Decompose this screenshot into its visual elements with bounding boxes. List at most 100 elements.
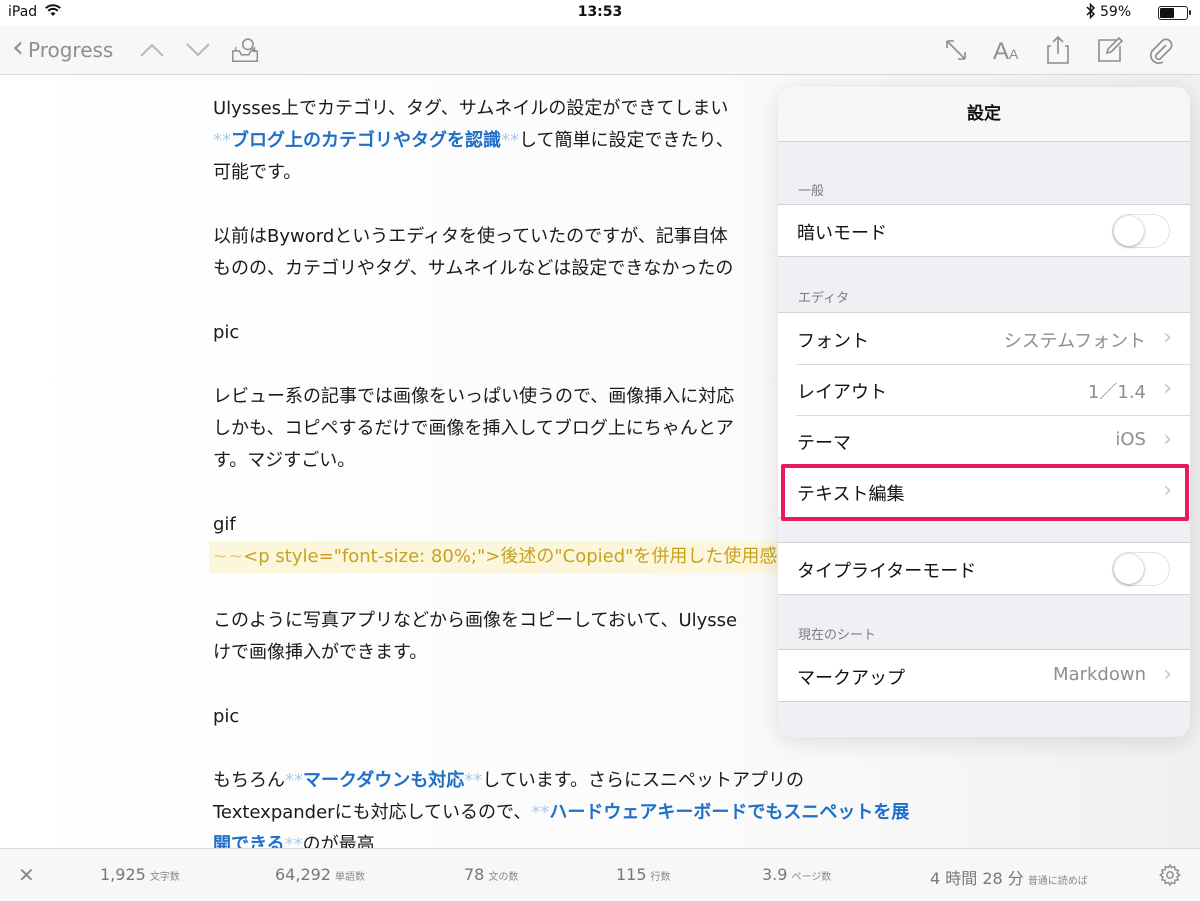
chevron-down-icon (186, 43, 210, 57)
stat-unit: 単語数 (334, 872, 365, 883)
code-text: <p style="font-size: 80%;">後述の"Copied"を併… (243, 546, 778, 567)
stat-reading-time: 4 時間 28 分普通に読めば (930, 865, 1088, 889)
chevron-right-icon: › (1163, 427, 1172, 452)
markup-marker: ** (285, 770, 303, 791)
chevron-left-icon: ‹ (12, 30, 24, 65)
stats-settings-button[interactable] (1158, 863, 1182, 887)
font-value: システムフォント (1003, 331, 1146, 352)
compose-button[interactable] (1094, 34, 1126, 66)
typewriter-toggle[interactable] (1112, 552, 1170, 586)
layout-value: 1／1.4 (1087, 382, 1146, 403)
stat-value: 64,292 (275, 865, 331, 884)
previous-sheet-button[interactable] (136, 34, 168, 66)
close-stats-button[interactable]: ✕ (18, 863, 35, 887)
back-label: Progress (28, 38, 114, 62)
markup-marker: ** (213, 130, 231, 151)
stat-unit: 文字数 (149, 872, 180, 883)
clock: 13:53 (577, 4, 623, 20)
text-span: しています。さらにスニペットアプリの (482, 770, 804, 791)
battery-level (1160, 8, 1174, 18)
toggle-knob (1114, 554, 1144, 584)
code-line: ~~<p style="font-size: 80%;">後述の"Copied"… (209, 541, 813, 573)
stat-unit: 文の数 (488, 872, 519, 883)
battery-percent: 59% (1100, 4, 1132, 20)
current-sheet-group: マークアップ Markdown › (778, 649, 1190, 702)
text-span: して簡単に設定できたり、 (519, 130, 734, 151)
theme-label: テーマ (797, 433, 851, 454)
markup-value: Markdown (1053, 664, 1146, 685)
stat-unit: 行数 (650, 872, 671, 883)
tray-search-icon (232, 38, 259, 63)
text-line: 開できる**のが最高 (213, 829, 993, 848)
theme-row[interactable]: テーマ iOS › (778, 415, 1190, 466)
stat-value: 4 時間 28 分 (930, 869, 1024, 888)
text-span: もちろん (213, 770, 285, 791)
gear-icon (1159, 863, 1181, 887)
bold-text: ブログ上のカテゴリやタグを認識 (231, 130, 501, 151)
editor-toolbar: ‹ Progress AA (0, 26, 1200, 75)
markup-label: マークアップ (797, 668, 905, 689)
section-header-current-sheet: 現在のシート (798, 628, 877, 643)
back-button[interactable]: ‹ Progress (12, 30, 114, 66)
markup-marker: ** (284, 834, 303, 848)
stat-value: 3.9 (762, 865, 788, 884)
font-size-icon: AA (993, 38, 1019, 63)
section-header-editor: エディタ (798, 291, 850, 306)
text-editing-row[interactable]: テキスト編集 › (778, 466, 1190, 517)
close-icon: ✕ (18, 863, 35, 887)
next-sheet-button[interactable] (182, 34, 214, 66)
attachment-icon (1150, 38, 1173, 64)
svg-text:A: A (1009, 46, 1019, 62)
battery-icon (1158, 6, 1191, 20)
theme-value: iOS (1115, 429, 1146, 450)
layout-row[interactable]: レイアウト 1／1.4 › (778, 364, 1190, 415)
typewriter-label: タイプライターモード (797, 561, 977, 582)
general-group: 暗いモード (778, 204, 1190, 257)
dark-mode-row: 暗いモード (778, 205, 1190, 256)
stat-lines: 115 行数 (616, 865, 671, 884)
chevron-up-icon (140, 43, 164, 57)
text-line: もちろん**マークダウンも対応**しています。さらにスニペットアプリの (213, 765, 993, 797)
stat-unit: ページ数 (791, 872, 832, 883)
stat-characters: 1,925 文字数 (100, 865, 180, 884)
stat-words: 64,292 単語数 (275, 865, 365, 884)
typewriter-row: タイプライターモード (778, 543, 1190, 594)
status-bar: iPad 13:53 59% (0, 0, 1200, 26)
svg-text:A: A (993, 38, 1009, 63)
stat-pages: 3.9 ページ数 (762, 865, 831, 884)
markup-row[interactable]: マークアップ Markdown › (778, 650, 1190, 701)
bluetooth-icon (1086, 2, 1096, 23)
text-editing-label: テキスト編集 (797, 484, 905, 505)
share-button[interactable] (1042, 34, 1074, 66)
compose-icon (1098, 36, 1124, 62)
chevron-right-icon: › (1163, 325, 1172, 350)
text-span: のが最高 (302, 834, 375, 848)
section-header-general: 一般 (798, 184, 825, 199)
font-row[interactable]: フォント システムフォント › (778, 313, 1190, 364)
chevron-right-icon: › (1163, 478, 1172, 503)
stat-unit: 普通に読めば (1027, 876, 1088, 887)
dark-mode-toggle[interactable] (1112, 214, 1170, 248)
bold-text: マークダウンも対応 (303, 770, 465, 791)
search-library-button[interactable] (230, 34, 262, 66)
text-line: Textexpanderにも対応しているので、**ハードウェアキーボードでもスニ… (213, 797, 993, 829)
markup-marker: ** (501, 130, 519, 151)
stat-value: 1,925 (100, 865, 146, 884)
font-label: フォント (797, 331, 869, 352)
markup-marker: ** (464, 770, 483, 791)
expand-icon (946, 40, 966, 60)
chevron-right-icon: › (1163, 376, 1172, 401)
bold-text: ハードウェアキーボードでもスニペットを展 (549, 802, 910, 823)
statistics-bar: ✕ 1,925 文字数 64,292 単語数 78 文の数 115 行数 3.9 ページ数… (0, 848, 1200, 901)
typewriter-group: タイプライターモード (778, 542, 1190, 595)
attachments-button[interactable] (1144, 34, 1176, 66)
settings-popover: 設定 一般 暗いモード エディタ フォント システムフォント › レイアウト 1… (778, 87, 1190, 737)
toggle-knob (1114, 216, 1144, 246)
chevron-right-icon: › (1163, 662, 1172, 687)
text-span: Textexpanderにも対応しているので、 (213, 802, 532, 823)
appearance-button[interactable]: AA (990, 34, 1022, 66)
dark-mode-label: 暗いモード (797, 223, 887, 244)
markup-marker: ~~ (213, 546, 244, 567)
fullscreen-button[interactable] (940, 34, 972, 66)
stat-sentences: 78 文の数 (464, 865, 518, 884)
